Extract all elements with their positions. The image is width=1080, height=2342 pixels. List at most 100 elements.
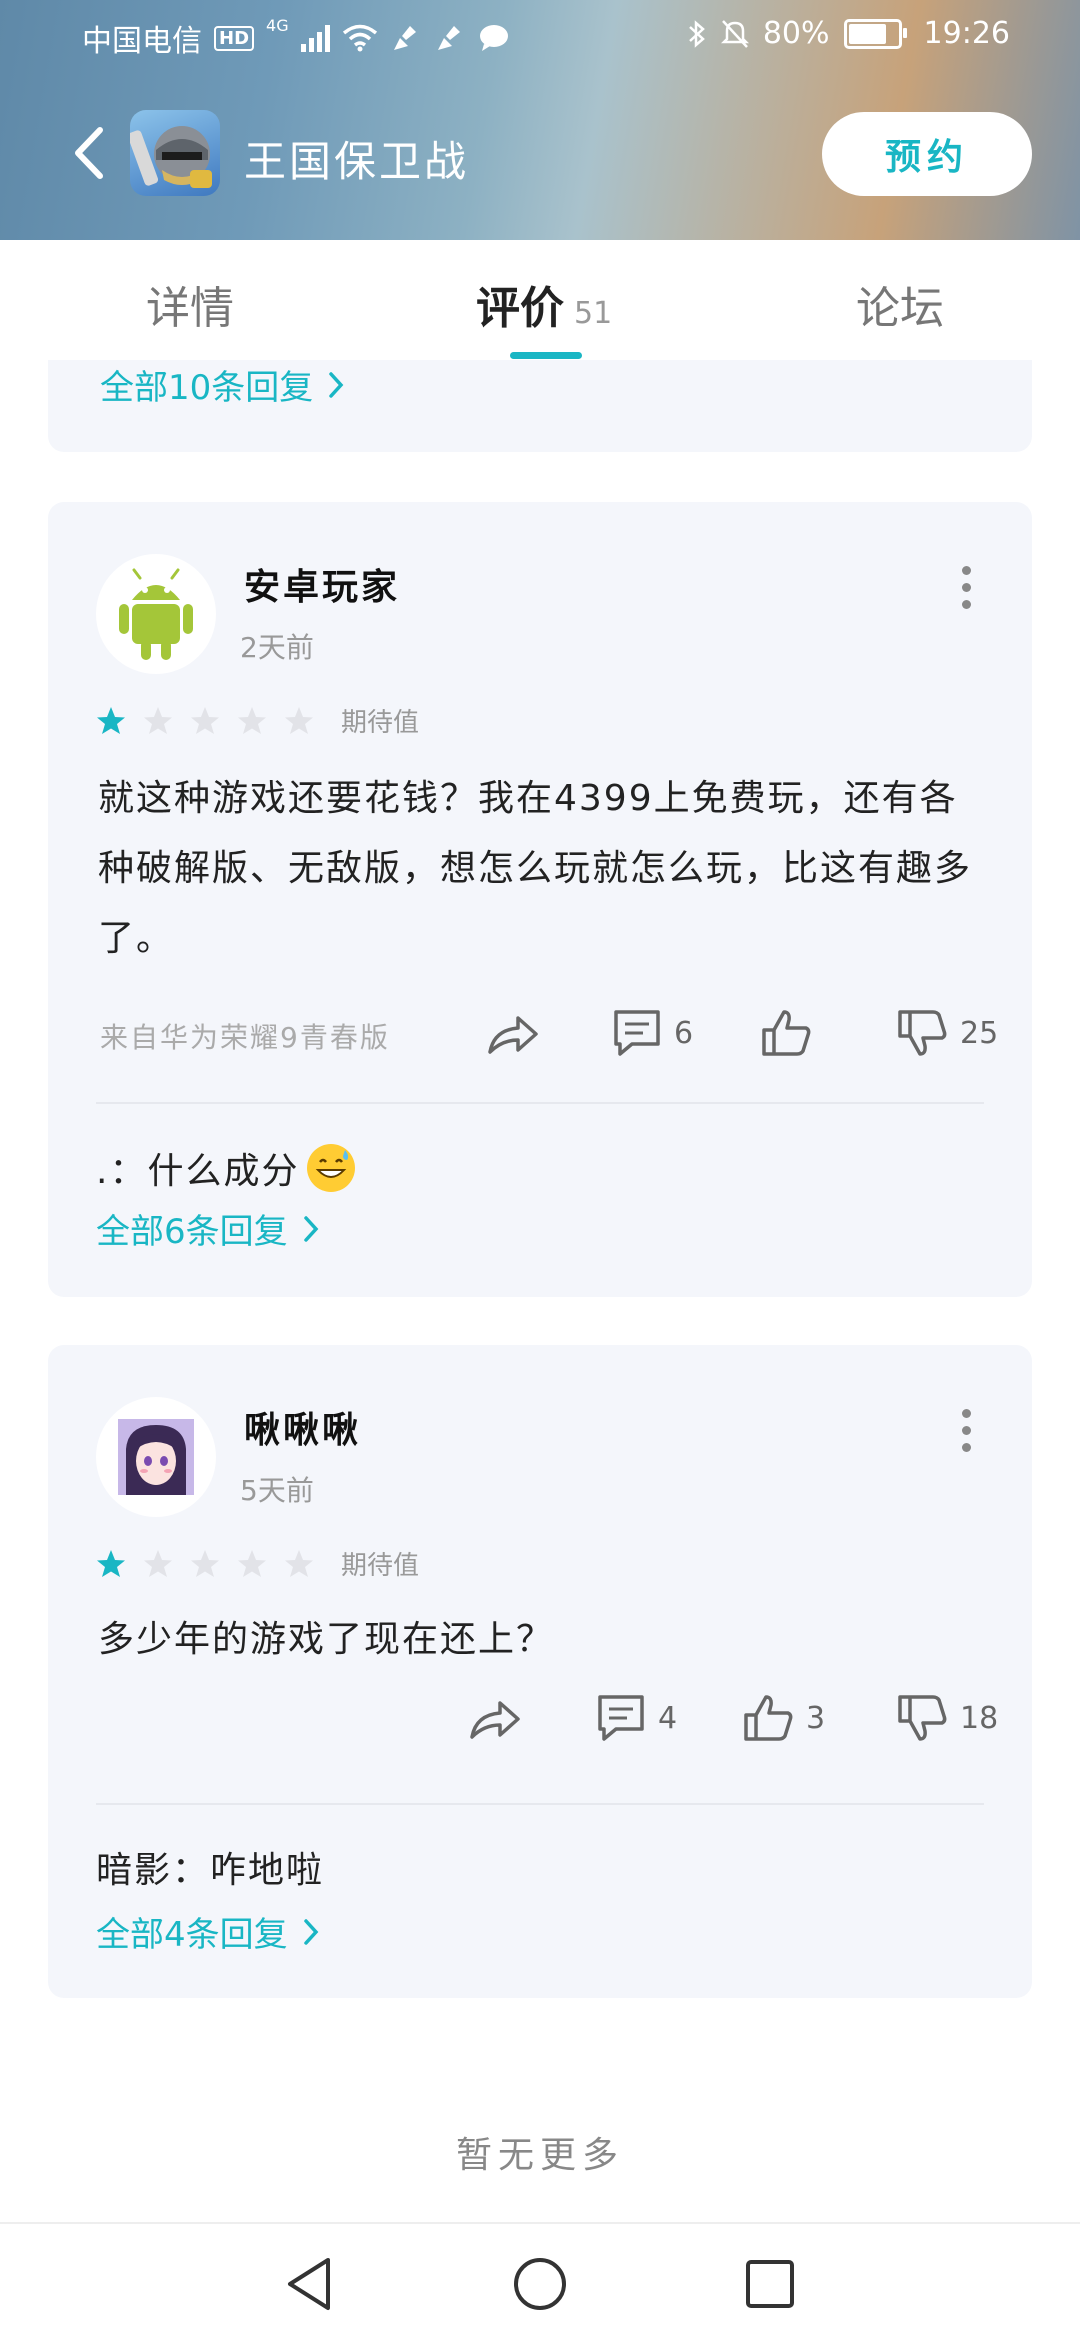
star-rating: 期待值 (96, 702, 419, 739)
tab-indicator (510, 352, 582, 359)
header: 中国电信 HD 4G 80% 19:26 王国保卫战 预约 (0, 0, 1080, 240)
mute-bell-icon (720, 19, 749, 48)
device-label: 来自华为荣耀9青春版 (100, 1021, 390, 1054)
triangle-back-icon (288, 2258, 330, 2310)
system-nav-bar (0, 2222, 1080, 2342)
nav-home-button[interactable] (510, 2254, 570, 2314)
all-replies-link[interactable]: 全部6条回复 (96, 1204, 320, 1253)
status-bar: 中国电信 HD 4G 80% 19:26 (0, 0, 1080, 70)
review-card: 安卓玩家 2天前 期待值 就这种游戏还要花钱？我在4399上免费玩，还有各种破解… (48, 502, 1032, 1297)
all-replies-label: 全部4条回复 (96, 1915, 288, 1955)
thumbs-down-icon (898, 1695, 947, 1741)
tab-forum[interactable]: 论坛 (856, 272, 944, 336)
all-replies-link[interactable]: 全部10条回复 (100, 360, 345, 409)
like-button[interactable] (760, 1006, 824, 1060)
message-icon (479, 25, 508, 51)
wifi-icon (342, 24, 377, 52)
thumbs-up-icon (744, 1695, 793, 1741)
like-button[interactable]: 3 (742, 1691, 825, 1745)
star-icon (144, 1549, 172, 1577)
star-icon (238, 706, 266, 734)
share-icon (488, 1016, 538, 1054)
hd-badge: HD (214, 25, 255, 51)
more-options-button[interactable] (956, 1409, 976, 1459)
dislike-count: 25 (960, 1015, 999, 1051)
thumbs-down-icon (898, 1010, 947, 1056)
tab-forum-label: 论坛 (856, 283, 944, 334)
anime-girl-avatar-icon (118, 1419, 194, 1495)
nav-back-button[interactable] (280, 2254, 340, 2314)
battery-icon (843, 18, 907, 49)
circle-home-icon (514, 2258, 566, 2310)
tab-bar: 详情 评价 51 论坛 (0, 240, 1080, 360)
post-time: 2天前 (240, 631, 314, 664)
signal-icon (300, 24, 330, 52)
star-icon (238, 1549, 266, 1577)
no-more-label: 暂无更多 (455, 2135, 624, 2176)
more-options-button[interactable] (956, 566, 976, 616)
dislike-count: 18 (960, 1700, 999, 1736)
avatar[interactable] (96, 554, 216, 674)
chevron-right-icon (303, 1215, 319, 1242)
divider (96, 1803, 984, 1805)
star-icon (285, 1549, 313, 1577)
bluetooth-icon (688, 19, 705, 48)
star-icon (144, 706, 172, 734)
battery-percent: 80% (762, 16, 830, 51)
square-recents-icon (746, 2260, 794, 2308)
star-rating: 期待值 (96, 1545, 419, 1582)
all-replies-link[interactable]: 全部4条回复 (96, 1907, 320, 1956)
comment-button[interactable]: 6 (610, 1006, 693, 1060)
star-icon (97, 706, 125, 734)
comment-icon (614, 1010, 660, 1056)
android-icon (119, 568, 193, 660)
app-title: 王国保卫战 (244, 137, 470, 186)
tab-details[interactable]: 详情 (146, 272, 234, 336)
comment-count: 6 (674, 1015, 694, 1051)
share-button[interactable] (468, 1691, 522, 1745)
share-button[interactable] (486, 1006, 540, 1060)
avatar[interactable] (96, 1397, 216, 1517)
carrier-label: 中国电信 (82, 24, 202, 59)
star-icon (97, 1549, 125, 1577)
dislike-button[interactable]: 25 (896, 1006, 998, 1060)
thumbs-up-icon (762, 1010, 811, 1056)
chevron-right-icon (303, 1918, 319, 1945)
reply-preview: 暗影：咋地啦 (96, 1841, 324, 1893)
battery-fill (848, 23, 886, 44)
tab-details-label: 详情 (146, 283, 234, 334)
username[interactable]: 安卓玩家 (244, 558, 400, 610)
rating-label: 期待值 (341, 708, 420, 738)
review-card: 啾啾啾 5天前 期待值 多少年的游戏了现在还上？ 4 3 18 暗影：咋地啦 全… (48, 1345, 1032, 1998)
username[interactable]: 啾啾啾 (244, 1401, 361, 1453)
reply-preview-text: 暗影：咋地啦 (96, 1850, 325, 1891)
star-icon (191, 706, 219, 734)
comment-button[interactable]: 4 (594, 1691, 677, 1745)
tab-reviews-label: 评价 (476, 283, 564, 334)
clock: 19:26 (923, 16, 1010, 51)
reserve-button[interactable]: 预约 (822, 112, 1032, 196)
reply-preview-text: .：什么成分 (96, 1151, 300, 1192)
star-icon (285, 706, 313, 734)
tab-reviews[interactable]: 评价 51 (476, 272, 612, 336)
chevron-right-icon (329, 371, 344, 398)
rating-label: 期待值 (341, 1551, 420, 1581)
share-icon (470, 1701, 520, 1739)
review-count: 51 (574, 296, 613, 331)
back-button[interactable] (62, 118, 122, 188)
star-icon (191, 1549, 219, 1577)
grinning-sweat-emoji-icon (307, 1144, 356, 1192)
nav-recents-button[interactable] (740, 2254, 800, 2314)
chevron-left-icon (75, 127, 103, 179)
comment-count: 4 (658, 1700, 678, 1736)
reply-preview: .：什么成分 (96, 1142, 356, 1194)
dislike-button[interactable]: 18 (896, 1691, 998, 1745)
all-replies-label: 全部6条回复 (96, 1212, 288, 1252)
cleaner-icon (393, 26, 416, 50)
game-icon (130, 110, 220, 196)
review-card-partial: 全部10条回复 (48, 360, 1032, 452)
divider (96, 1102, 984, 1104)
cleaner-icon-2 (437, 26, 460, 50)
comment-icon (598, 1695, 644, 1741)
all-replies-label: 全部10条回复 (100, 368, 314, 408)
